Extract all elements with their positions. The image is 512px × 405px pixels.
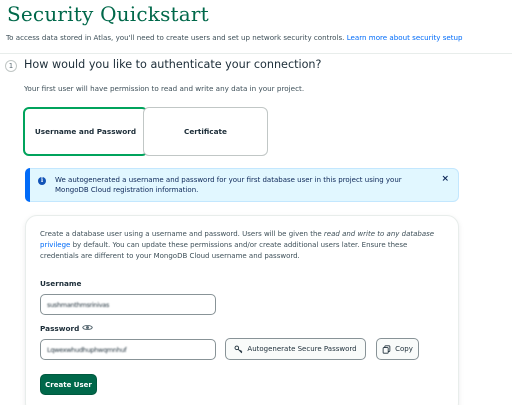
copy-label: Copy [395, 345, 413, 353]
username-value: sushmanthmsrinivas [47, 300, 110, 309]
copy-button[interactable]: Copy [376, 338, 419, 360]
key-icon [234, 345, 243, 353]
learn-more-link[interactable]: Learn more about security setup [347, 33, 463, 42]
auth-option-certificate[interactable]: Certificate [143, 107, 268, 156]
username-label: Username [40, 279, 82, 288]
password-label: Password [40, 324, 80, 333]
form-desc-part2: by default. You can update these permiss… [40, 241, 408, 260]
info-banner: i We autogenerated a username and passwo… [25, 168, 459, 202]
form-desc-part1: Create a database user using a username … [40, 230, 324, 238]
intro-description: To access data stored in Atlas, you'll n… [6, 33, 345, 42]
autogenerate-label: Autogenerate Secure Password [247, 345, 357, 353]
banner-text: We autogenerated a username and password… [55, 176, 402, 194]
info-icon: i [38, 177, 46, 185]
divider [0, 53, 512, 54]
form-description: Create a database user using a username … [40, 229, 446, 262]
privilege-link[interactable]: privilege [40, 241, 70, 249]
step-number: 1 [5, 60, 17, 72]
autogenerate-password-button[interactable]: Autogenerate Secure Password [225, 338, 366, 360]
page-title: Security Quickstart [7, 2, 209, 26]
password-input[interactable]: Lqwexwhudhuphwqmnhuf [40, 339, 216, 360]
step-subtitle: Your first user will have permission to … [24, 84, 305, 93]
form-desc-emphasis: read and write to any database [323, 230, 435, 238]
password-value: Lqwexwhudhuphwqmnhuf [47, 345, 127, 354]
user-form-card: Create a database user using a username … [25, 215, 459, 405]
auth-option-username-password[interactable]: Username and Password [23, 107, 148, 156]
username-input[interactable]: sushmanthmsrinivas [40, 294, 216, 315]
eye-icon[interactable] [82, 322, 93, 333]
close-icon[interactable]: × [441, 174, 449, 184]
step-title: How would you like to authenticate your … [24, 58, 322, 71]
create-user-button[interactable]: Create User [40, 374, 97, 395]
copy-icon [382, 344, 391, 354]
intro-text: To access data stored in Atlas, you'll n… [6, 33, 510, 42]
